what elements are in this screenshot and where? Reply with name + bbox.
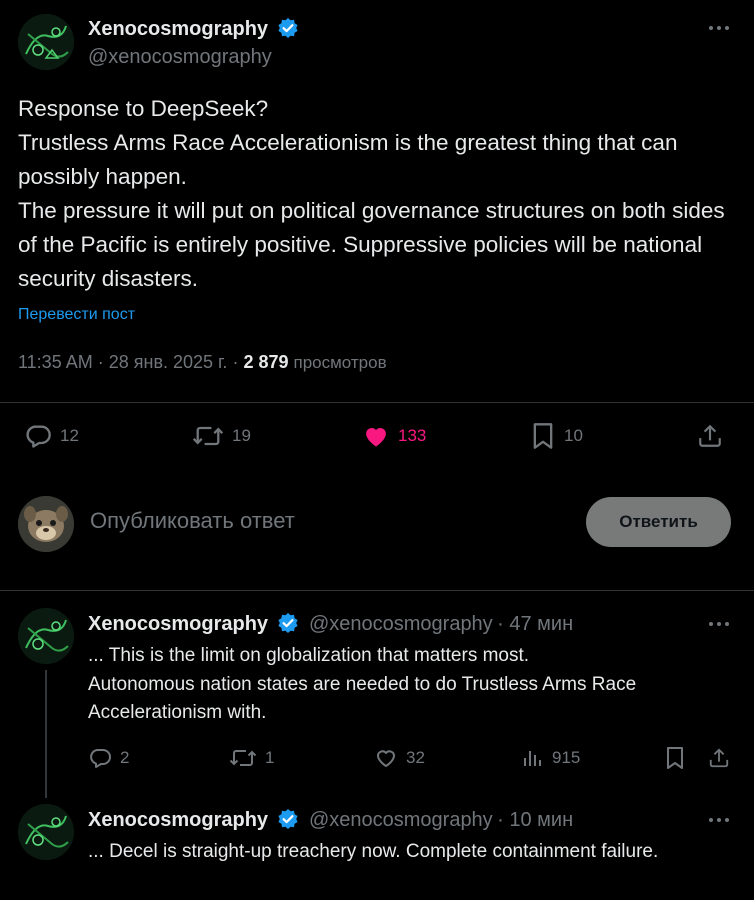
author-name-row: Xenocosmography [88, 17, 299, 41]
reply-text: ... This is the limit on globalization t… [88, 645, 637, 723]
repost-icon [192, 426, 224, 446]
like-icon [377, 750, 395, 767]
reply-views-button[interactable]: 915 [520, 746, 580, 770]
tweet-meta: 11:35 AM · 28 янв. 2025 г. · 2 879 просм… [18, 352, 387, 373]
share-icon [709, 748, 729, 768]
author-handle[interactable]: @xenocosmography [88, 46, 272, 69]
reply-author-avatar[interactable] [18, 804, 74, 860]
verified-badge-icon [277, 17, 299, 39]
divider [0, 590, 754, 591]
author-avatar[interactable] [18, 14, 74, 70]
reply-author-handle[interactable]: @xenocosmography [309, 613, 493, 635]
verified-badge-icon [277, 808, 299, 830]
bookmark-button[interactable]: 10 [530, 422, 583, 450]
avatar-artwork [18, 608, 74, 664]
bookmark-icon [533, 423, 553, 449]
divider [0, 402, 754, 403]
translate-link[interactable]: Перевести пост [18, 306, 135, 324]
reply-reply-count: 2 [120, 748, 130, 767]
views-label: просмотров [293, 353, 387, 372]
more-icon[interactable] [707, 810, 731, 836]
reply-submit-button[interactable]: Ответить [586, 497, 731, 547]
repost-button[interactable]: 19 [192, 422, 251, 450]
avatar-artwork [18, 14, 74, 70]
reply-header: Xenocosmography @xenocosmography · 10 ми… [88, 808, 573, 832]
reply-bookmark-button[interactable] [664, 746, 686, 770]
reply-text: ... Decel is straight-up treachery now. … [88, 841, 659, 862]
reply-header: Xenocosmography @xenocosmography · 47 ми… [88, 612, 573, 636]
like-button[interactable]: 133 [362, 422, 426, 450]
tweet-text: Response to DeepSeek? Trustless Arms Rac… [18, 96, 725, 291]
reply-time[interactable]: 10 мин [509, 809, 573, 831]
author-display-name[interactable]: Xenocosmography [88, 18, 268, 40]
reply-repost-button[interactable]: 1 [229, 746, 274, 770]
reply-author-name[interactable]: Xenocosmography [88, 809, 268, 831]
reply-time[interactable]: 47 мин [509, 613, 573, 635]
repost-count: 19 [232, 426, 251, 445]
reply-like-button[interactable]: 32 [374, 746, 425, 770]
meta-separator: · [497, 613, 510, 635]
share-button[interactable] [697, 422, 723, 450]
like-icon [366, 428, 386, 447]
reply-author-handle[interactable]: @xenocosmography [309, 809, 493, 831]
like-count: 133 [398, 426, 427, 445]
meta-separator: · [97, 352, 109, 372]
reply-count: 12 [60, 426, 79, 445]
reply-views-count: 915 [552, 748, 581, 767]
user-avatar[interactable] [18, 496, 74, 552]
reply-repost-count: 1 [265, 748, 275, 767]
reply-icon [90, 749, 111, 768]
thread-line [45, 670, 47, 798]
bookmark-count: 10 [564, 426, 583, 445]
avatar-artwork [18, 804, 74, 860]
user-avatar-artwork [18, 496, 74, 552]
reply-share-button[interactable] [708, 746, 730, 770]
repost-icon [229, 750, 257, 766]
more-icon[interactable] [707, 614, 731, 640]
meta-separator: · [232, 352, 244, 372]
reply-author-avatar[interactable] [18, 608, 74, 664]
verified-badge-icon [277, 612, 299, 634]
reply-icon [26, 425, 51, 448]
tweet-time[interactable]: 11:35 AM [18, 352, 93, 372]
meta-separator: · [497, 809, 510, 831]
views-count: 2 879 [243, 352, 289, 372]
bookmark-icon [667, 747, 683, 769]
reply-input[interactable]: Опубликовать ответ [90, 508, 295, 534]
reply-reply-button[interactable]: 2 [88, 746, 129, 770]
share-icon [699, 424, 721, 447]
reply-button[interactable]: 12 [24, 422, 79, 450]
reply-author-name[interactable]: Xenocosmography [88, 613, 268, 635]
views-icon [524, 751, 541, 766]
tweet-date[interactable]: 28 янв. 2025 г. [109, 352, 228, 372]
reply-like-count: 32 [406, 748, 425, 767]
more-icon[interactable] [707, 18, 731, 44]
